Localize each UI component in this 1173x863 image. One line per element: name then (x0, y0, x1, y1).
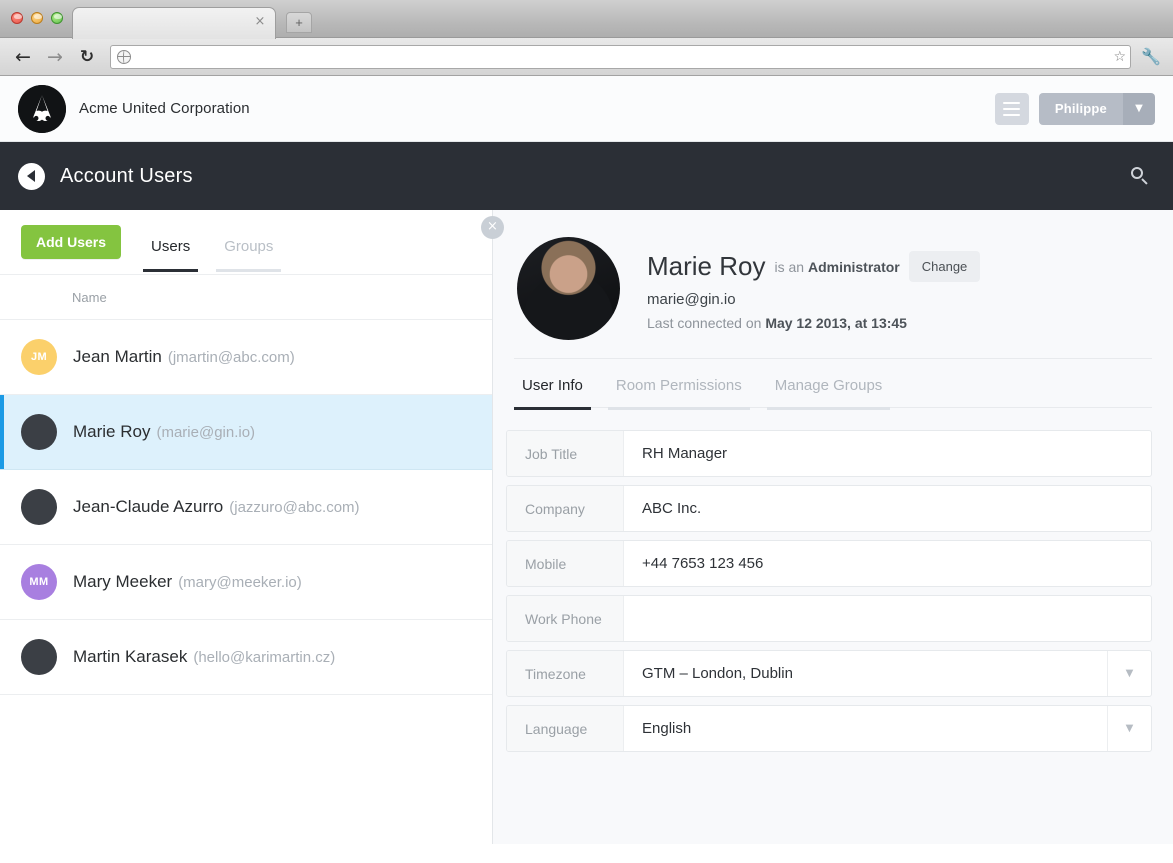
header-actions: Philippe ▼ (994, 92, 1155, 125)
user-email: (hello@karimartin.cz) (193, 648, 336, 666)
forward-icon[interactable]: → (42, 44, 68, 70)
avatar (21, 639, 57, 675)
search-icon[interactable] (1125, 161, 1155, 191)
chevron-down-icon[interactable]: ▼ (1107, 706, 1151, 751)
field-label: Mobile (507, 541, 624, 586)
detail-header: Marie Roy is an Administrator Change mar… (493, 210, 1173, 358)
table-row[interactable]: Jean-Claude Azurro (jazzuro@abc.com) (0, 470, 492, 545)
chevron-down-icon[interactable]: ▼ (1123, 92, 1155, 125)
table-row[interactable]: Marie Roy (marie@gin.io) (0, 395, 492, 470)
window-controls[interactable] (11, 12, 63, 24)
change-role-button[interactable]: Change (908, 251, 981, 282)
app-header: Acme United Corporation Philippe ▼ (0, 76, 1173, 142)
list-tabs: Users Groups (143, 210, 282, 274)
user-info-form: Job Title RH Manager Company ABC Inc. Mo… (493, 408, 1173, 752)
field-label: Language (507, 706, 624, 751)
new-tab-button[interactable]: + (286, 12, 312, 33)
user-name: Jean-Claude Azurro (73, 497, 224, 516)
user-detail-pane: Marie Roy is an Administrator Change mar… (493, 210, 1173, 844)
detail-name-line: Marie Roy is an Administrator Change (647, 251, 981, 282)
list-column-header: Name (0, 274, 492, 320)
back-arrow-icon[interactable] (18, 162, 45, 190)
field-label: Timezone (507, 651, 624, 696)
hamburger-icon[interactable] (994, 92, 1029, 125)
table-row[interactable]: MM Mary Meeker (mary@meeker.io) (0, 545, 492, 620)
chevron-down-icon[interactable]: ▼ (1107, 651, 1151, 696)
field-label: Work Phone (507, 596, 624, 641)
brand[interactable]: Acme United Corporation (18, 84, 250, 133)
page-bar: Account Users (0, 142, 1173, 210)
page-title: Account Users (60, 164, 193, 187)
company-input[interactable]: ABC Inc. (624, 486, 1151, 531)
avatar (21, 414, 57, 450)
job-title-input[interactable]: RH Manager (624, 431, 1151, 476)
avatar (517, 237, 620, 340)
field-mobile[interactable]: Mobile +44 7653 123 456 (506, 540, 1152, 587)
address-bar[interactable]: ☆ (110, 44, 1131, 69)
globe-icon (117, 49, 131, 64)
back-icon[interactable]: ← (10, 44, 36, 70)
detail-email: marie@gin.io (647, 291, 736, 308)
user-email: (marie@gin.io) (156, 423, 256, 441)
field-work-phone[interactable]: Work Phone (506, 595, 1152, 642)
user-email: (jmartin@abc.com) (167, 348, 295, 366)
list-toolbar: Add Users Users Groups × (0, 210, 504, 274)
content-split: Add Users Users Groups × Name JM Jean Ma… (0, 210, 1173, 844)
avatar (21, 489, 57, 525)
user-list-pane: Add Users Users Groups × Name JM Jean Ma… (0, 210, 504, 844)
user-menu-label[interactable]: Philippe (1038, 92, 1123, 125)
user-name: Mary Meeker (73, 572, 173, 591)
role-text: is an Administrator (774, 258, 900, 275)
browser-tab[interactable]: × (72, 7, 276, 39)
tab-close-icon[interactable]: × (254, 15, 266, 28)
last-connected: Last connected on May 12 2013, at 13:45 (647, 315, 907, 331)
browser-toolbar: ← → ↻ ☆ 🔧 (0, 38, 1173, 76)
close-icon[interactable]: × (481, 216, 504, 239)
user-name: Martin Karasek (73, 647, 188, 666)
tab-user-info[interactable]: User Info (514, 377, 591, 410)
column-header-name: Name (72, 289, 107, 305)
tab-room-permissions[interactable]: Room Permissions (607, 377, 750, 410)
avatar: JM (21, 339, 57, 375)
tab-users[interactable]: Users (143, 238, 199, 272)
user-email: (jazzuro@abc.com) (229, 498, 360, 516)
browser-tabstrip: × + (0, 0, 1173, 39)
timezone-select-value[interactable]: GTM – London, Dublin (624, 651, 1107, 696)
settings-wrench-icon[interactable]: 🔧 (1139, 45, 1163, 69)
add-users-button[interactable]: Add Users (21, 225, 122, 259)
table-row[interactable]: Martin Karasek (hello@karimartin.cz) (0, 620, 492, 695)
field-language[interactable]: Language English ▼ (506, 705, 1152, 752)
language-select-value[interactable]: English (624, 706, 1107, 751)
page-title: Marie Roy (647, 251, 766, 281)
brand-name: Acme United Corporation (79, 100, 250, 117)
acme-logo-icon (18, 84, 66, 133)
user-name: Marie Roy (73, 422, 151, 441)
detail-identity: Marie Roy is an Administrator Change mar… (647, 237, 981, 331)
mobile-input[interactable]: +44 7653 123 456 (624, 541, 1151, 586)
close-window-button[interactable] (11, 12, 23, 24)
tab-manage-groups[interactable]: Manage Groups (766, 377, 891, 410)
work-phone-input[interactable] (624, 596, 1151, 641)
avatar: MM (21, 564, 57, 600)
detail-tabs: User Info Room Permissions Manage Groups (514, 358, 1152, 410)
browser-chrome: × + ← → ↻ ☆ 🔧 (0, 0, 1173, 76)
user-menu[interactable]: Philippe ▼ (1038, 92, 1155, 125)
bookmark-star-icon[interactable]: ☆ (1113, 49, 1126, 65)
maximize-window-button[interactable] (51, 12, 63, 24)
field-timezone[interactable]: Timezone GTM – London, Dublin ▼ (506, 650, 1152, 697)
field-label: Company (507, 486, 624, 531)
user-name: Jean Martin (73, 347, 162, 366)
reload-icon[interactable]: ↻ (74, 44, 100, 70)
field-company[interactable]: Company ABC Inc. (506, 485, 1152, 532)
table-row[interactable]: JM Jean Martin (jmartin@abc.com) (0, 320, 492, 395)
minimize-window-button[interactable] (31, 12, 43, 24)
tab-groups[interactable]: Groups (216, 238, 282, 272)
user-email: (mary@meeker.io) (178, 573, 302, 591)
field-job-title[interactable]: Job Title RH Manager (506, 430, 1152, 477)
field-label: Job Title (507, 431, 624, 476)
